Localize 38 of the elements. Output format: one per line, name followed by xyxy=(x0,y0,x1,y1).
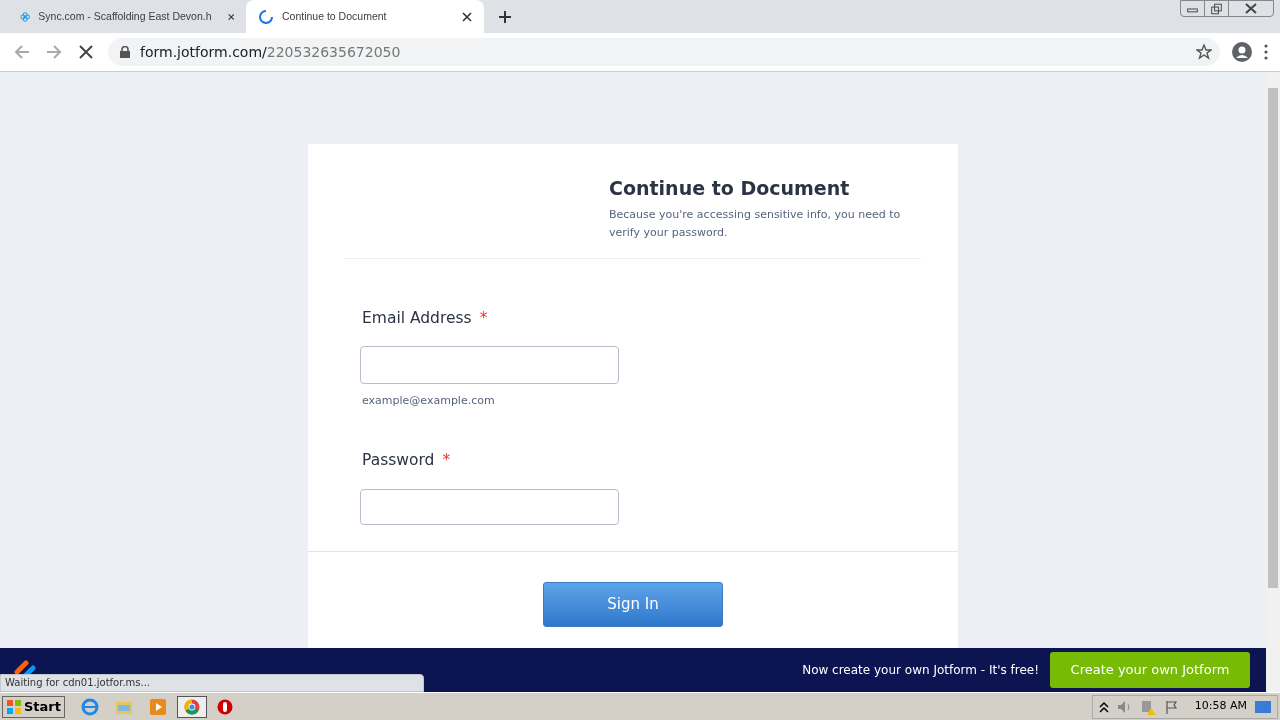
browser-tab[interactable]: Continue to Document xyxy=(246,0,484,33)
circle-logo-icon xyxy=(184,698,200,715)
chevron-up-icon[interactable] xyxy=(1098,700,1109,713)
required-mark: * xyxy=(442,450,451,472)
field-label: Email Address xyxy=(362,307,472,329)
windows-flag-icon xyxy=(6,698,22,715)
required-mark: * xyxy=(479,307,488,329)
lock-icon xyxy=(120,46,130,58)
stop-sign-icon[interactable] xyxy=(217,698,233,715)
form-title: Continue to Document xyxy=(609,176,851,201)
field-label: Password xyxy=(362,450,435,472)
new-tab-icon[interactable] xyxy=(498,9,512,24)
form-subtitle: Because you're accessing sensitive info, you need to verify your password. xyxy=(609,206,902,241)
flag-icon[interactable] xyxy=(1164,699,1179,714)
field-hint: example@example.com xyxy=(362,392,496,409)
close-icon[interactable] xyxy=(227,11,234,22)
speaker-icon[interactable] xyxy=(1116,699,1133,714)
email-field[interactable] xyxy=(360,345,619,384)
status-bubble: Waiting for cdn01.jotfor.ms... xyxy=(0,674,424,692)
network-warning-icon[interactable] xyxy=(1140,698,1157,715)
clock: 10:58 AM xyxy=(1194,698,1247,715)
close-icon[interactable] xyxy=(462,11,472,22)
tab-title: Sync.com - Scaffolding East Devon.h xyxy=(38,8,212,24)
loading-spinner-icon xyxy=(258,8,274,25)
address-bar[interactable]: form.jotform.com/220532635672050 xyxy=(108,38,1220,66)
browser-globe-icon[interactable] xyxy=(81,697,99,716)
tab-title: Continue to Document xyxy=(282,8,387,24)
play-icon[interactable] xyxy=(149,697,167,716)
chrome-taskbar-button[interactable] xyxy=(177,695,207,718)
desktop-icon[interactable] xyxy=(1255,699,1271,714)
star-icon[interactable] xyxy=(1196,44,1212,60)
url-text: form.jotform.com/220532635672050 xyxy=(140,42,402,62)
menu-icon[interactable] xyxy=(1264,44,1268,60)
scrollbar[interactable] xyxy=(1266,72,1280,692)
account-icon[interactable] xyxy=(1232,42,1252,62)
start-button[interactable]: Start xyxy=(2,695,65,718)
password-field[interactable] xyxy=(360,488,619,525)
banner-message: Now create your own Jotform - It's free! xyxy=(802,662,1039,679)
